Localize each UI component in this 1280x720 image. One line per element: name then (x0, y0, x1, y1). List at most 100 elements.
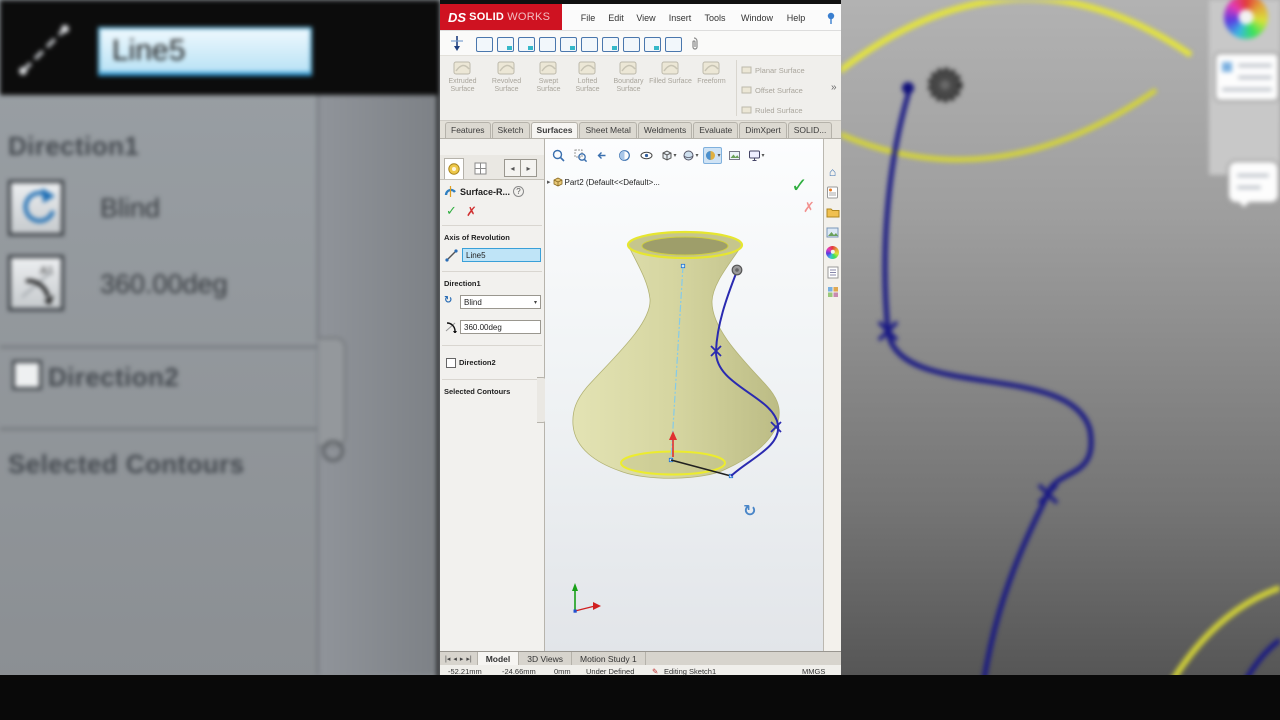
confirm-corner-cancel[interactable]: ✗ (803, 199, 815, 216)
nav-first-button[interactable]: |◂ (445, 655, 450, 663)
appearances-wheel-icon[interactable] (826, 245, 840, 259)
viewport-layout-icon[interactable] (602, 37, 619, 52)
blurred-right-backdrop (841, 0, 1280, 720)
nav-next-button[interactable]: ▸ (460, 655, 464, 663)
vase-body[interactable] (572, 244, 780, 479)
ds-logo-mark: DS (448, 9, 467, 25)
viewport-layout-icon[interactable] (665, 37, 682, 52)
tab-sheet-metal[interactable]: Sheet Metal (579, 122, 637, 138)
tab-evaluate[interactable]: Evaluate (693, 122, 739, 138)
offset-surface-button[interactable]: Offset Surface (741, 80, 803, 100)
direction2-checkbox[interactable] (446, 358, 456, 368)
ruled-surface-button[interactable]: Ruled Surface (741, 100, 803, 120)
viewport-layout-icon[interactable] (581, 37, 598, 52)
vase-rim-inner-arc-magnified (841, 87, 1158, 163)
menu-view[interactable]: View (636, 13, 655, 23)
apply-scene-icon[interactable] (725, 147, 744, 164)
ribbon-overflow-chevron[interactable]: » (831, 82, 837, 93)
menu-file[interactable]: File (581, 13, 596, 23)
surfaces-ribbon: Extruded Surface Revolved Surface Swept … (440, 56, 841, 121)
tab-surfaces[interactable]: Surfaces (530, 122, 579, 138)
menu-window[interactable]: Window (741, 13, 773, 23)
viewport-layout-icon[interactable] (623, 37, 640, 52)
ribbon-separator (736, 60, 737, 116)
origin-triad (572, 583, 601, 613)
lofted-surface-button[interactable]: Lofted Surface (566, 59, 609, 94)
extruded-surface-button[interactable]: Extruded Surface (441, 59, 484, 94)
axis-field-magnified: Line5 (98, 27, 312, 76)
nav-prev-button[interactable]: ◂ (453, 655, 457, 663)
tree-expand-icon[interactable]: ▸ (547, 178, 551, 186)
graphics-viewport[interactable]: ▾ ▾ ▾ ▾ ▸ Part2 (Default<<Default>... ✓ … (545, 139, 823, 652)
resources-icon[interactable] (826, 185, 840, 199)
viewport-layout-icon[interactable] (476, 37, 493, 52)
tab-3d-views[interactable]: 3D Views (519, 652, 573, 665)
viewport-layout-icon[interactable] (497, 37, 514, 52)
filled-surface-button[interactable]: Filled Surface (649, 59, 692, 86)
caret-down-icon: ▾ (673, 153, 677, 159)
axis-field-value: Line5 (466, 250, 486, 260)
custom-properties-icon[interactable] (826, 265, 840, 279)
edit-appearance-icon[interactable]: ▾ (703, 147, 722, 164)
viewport-layout-icon[interactable] (539, 37, 556, 52)
blind-label-magnified: Blind (100, 193, 161, 223)
divider (442, 345, 542, 346)
display-style-icon[interactable]: ▾ (681, 147, 700, 164)
nav-last-button[interactable]: ▸| (466, 655, 471, 663)
previous-view-icon[interactable] (593, 147, 612, 164)
angle-field[interactable]: 360.00deg (460, 320, 541, 334)
view-orientation-icon[interactable]: ▾ (659, 147, 678, 164)
tab-model[interactable]: Model (477, 652, 520, 665)
boundary-surface-button[interactable]: Boundary Surface (607, 59, 650, 94)
confirm-corner-ok[interactable]: ✓ (791, 173, 808, 198)
tab-weldments[interactable]: Weldments (637, 122, 693, 138)
attachment-paperclip-icon[interactable] (688, 36, 700, 51)
feature-tree-flyout[interactable]: ▸ Part2 (Default<<Default>... (547, 177, 660, 187)
pm-cancel-button[interactable]: ✗ (466, 204, 477, 220)
bubble-line (1237, 186, 1261, 189)
axis-of-revolution-header: Axis of Revolution (444, 233, 510, 242)
pm-next-button[interactable]: ▸ (520, 159, 537, 177)
viewport-layout-icon[interactable] (644, 37, 661, 52)
revolve-direction-icon: ↻ (444, 295, 453, 306)
tab-solidworks-addins[interactable]: SOLID... (787, 122, 833, 138)
design-library-icon[interactable] (826, 205, 840, 219)
menu-insert[interactable]: Insert (669, 13, 692, 23)
zoom-area-icon[interactable] (571, 147, 590, 164)
angle-icon (445, 322, 457, 333)
tab-sketch[interactable]: Sketch (491, 122, 530, 138)
section-view-icon[interactable] (615, 147, 634, 164)
axis-selection-field[interactable]: Line5 (462, 248, 541, 262)
help-icon[interactable]: ? (513, 186, 525, 197)
tab-motion-study[interactable]: Motion Study 1 (572, 652, 646, 665)
pm-tab-configurations[interactable] (470, 158, 490, 179)
zoom-fit-icon[interactable] (549, 147, 568, 164)
home-icon[interactable]: ⌂ (826, 165, 840, 179)
pin-icon[interactable] (826, 12, 836, 25)
pm-ok-button[interactable]: ✓ (446, 203, 457, 219)
viewport-layout-icon[interactable] (518, 37, 535, 52)
menu-tools[interactable]: Tools (704, 13, 725, 23)
hide-show-items-icon[interactable] (637, 147, 656, 164)
view-settings-icon[interactable]: ▾ (747, 147, 766, 164)
document-tab-bar: |◂ ◂ ▸ ▸| Model 3D Views Motion Study 1 (440, 651, 841, 665)
file-explorer-icon[interactable] (826, 225, 840, 239)
centerline-endpoint[interactable] (680, 263, 686, 269)
brand-solid: SOLID (469, 11, 505, 23)
swept-surface-button[interactable]: Swept Surface (527, 59, 570, 94)
tab-dimxpert[interactable]: DimXpert (739, 122, 787, 138)
menu-help[interactable]: Help (787, 13, 806, 23)
freeform-button[interactable]: Freeform (690, 59, 733, 86)
tab-features[interactable]: Features (445, 122, 491, 138)
instant3d-axis-icon[interactable] (450, 35, 464, 52)
caret-down-icon: ▾ (717, 153, 721, 159)
end-condition-combo[interactable]: Blind ▾ (460, 295, 541, 309)
pm-prev-button[interactable]: ◂ (504, 159, 521, 177)
viewport-layout-icon[interactable] (560, 37, 577, 52)
revolved-surface-button[interactable]: Revolved Surface (485, 59, 528, 94)
task-pane-strip: ⌂ (823, 139, 841, 652)
planar-surface-button[interactable]: Planar Surface (741, 60, 805, 80)
menu-edit[interactable]: Edit (608, 13, 624, 23)
pack-and-go-icon[interactable] (826, 285, 840, 299)
pm-tab-propertymanager[interactable] (444, 158, 464, 179)
